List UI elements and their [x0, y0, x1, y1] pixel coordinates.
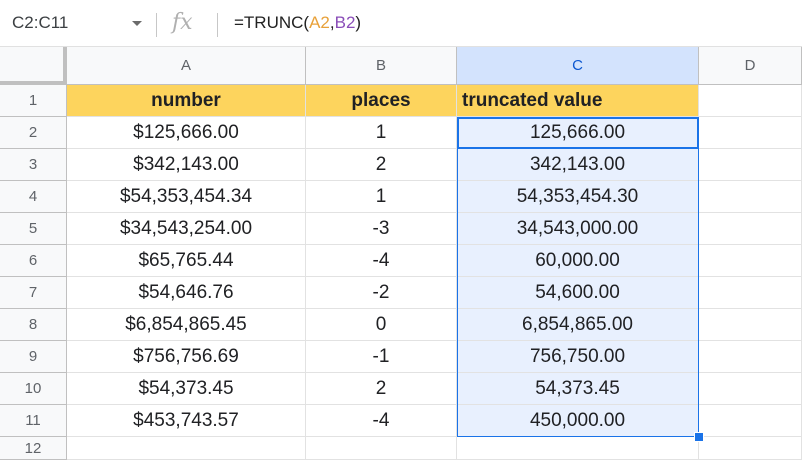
cell-truncated-value[interactable]: 450,000.00 [457, 405, 699, 437]
fx-icon: fx [172, 10, 193, 35]
header-cell-truncated-value[interactable]: truncated value [457, 85, 699, 117]
divider [217, 13, 218, 37]
cell-empty[interactable] [699, 373, 802, 405]
cell-empty[interactable] [457, 437, 699, 460]
cell-number[interactable]: $54,353,454.34 [67, 181, 306, 213]
cell-truncated-value[interactable]: 125,666.00 [457, 117, 699, 149]
formula-ref-b2: B2 [334, 13, 356, 32]
row-header-2[interactable]: 2 [0, 117, 67, 149]
row-header-3[interactable]: 3 [0, 149, 67, 181]
spreadsheet-grid: A B C D 1 2 3 4 5 6 7 8 9 10 11 12 number places truncated… [0, 47, 802, 460]
cell-empty[interactable] [699, 149, 802, 181]
cell-empty[interactable] [699, 181, 802, 213]
row-header-7[interactable]: 7 [0, 277, 67, 309]
formula-ref-a2: A2 [309, 13, 330, 32]
cell-truncated-value[interactable]: 756,750.00 [457, 341, 699, 373]
cell-places[interactable]: -2 [306, 277, 457, 309]
cell-empty[interactable] [699, 213, 802, 245]
select-all-corner[interactable] [0, 47, 67, 85]
cell-places[interactable]: 1 [306, 181, 457, 213]
cell-number[interactable]: $125,666.00 [67, 117, 306, 149]
cell-number[interactable]: $54,373.45 [67, 373, 306, 405]
cell-places[interactable]: 2 [306, 373, 457, 405]
name-box-value: C2:C11 [12, 13, 69, 32]
formula-input[interactable]: =TRUNC(A2,B2) [234, 10, 361, 36]
formula-bar: C2:C11 fx =TRUNC(A2,B2) [0, 0, 802, 47]
header-cell-number[interactable]: number [67, 85, 306, 117]
cell-empty[interactable] [699, 405, 802, 437]
column-header-c[interactable]: C [457, 47, 699, 85]
cell-empty[interactable] [699, 341, 802, 373]
row-header-10[interactable]: 10 [0, 373, 67, 405]
cell-places[interactable]: -4 [306, 245, 457, 277]
formula-suffix: ) [355, 13, 362, 32]
cell-places[interactable]: 0 [306, 309, 457, 341]
cell-places[interactable]: -4 [306, 405, 457, 437]
cell-places[interactable]: 2 [306, 149, 457, 181]
fill-handle-icon[interactable] [694, 432, 704, 442]
row-header-9[interactable]: 9 [0, 341, 67, 373]
cell-empty[interactable] [699, 277, 802, 309]
cell-truncated-value[interactable]: 342,143.00 [457, 149, 699, 181]
row-header-8[interactable]: 8 [0, 309, 67, 341]
column-header-a[interactable]: A [67, 47, 306, 85]
cell-truncated-value[interactable]: 54,373.45 [457, 373, 699, 405]
cell-number[interactable]: $342,143.00 [67, 149, 306, 181]
formula-prefix: =TRUNC( [234, 13, 310, 32]
cell-empty[interactable] [699, 245, 802, 277]
cell-places[interactable]: -3 [306, 213, 457, 245]
cell-empty[interactable] [699, 437, 802, 460]
column-header-d[interactable]: D [699, 47, 802, 85]
row-header-12[interactable]: 12 [0, 437, 67, 460]
column-header-b[interactable]: B [306, 47, 457, 85]
cell-truncated-value[interactable]: 34,543,000.00 [457, 213, 699, 245]
cell-truncated-value[interactable]: 60,000.00 [457, 245, 699, 277]
header-cell-places[interactable]: places [306, 85, 457, 117]
cell-d1[interactable] [699, 85, 802, 117]
cell-empty[interactable] [699, 117, 802, 149]
cell-places[interactable]: 1 [306, 117, 457, 149]
cell-number[interactable]: $65,765.44 [67, 245, 306, 277]
row-header-4[interactable]: 4 [0, 181, 67, 213]
name-box[interactable]: C2:C11 [10, 10, 150, 36]
row-header-6[interactable]: 6 [0, 245, 67, 277]
cell-number[interactable]: $6,854,865.45 [67, 309, 306, 341]
cell-places[interactable]: -1 [306, 341, 457, 373]
cell-number[interactable]: $453,743.57 [67, 405, 306, 437]
cell-empty[interactable] [306, 437, 457, 460]
cell-number[interactable]: $756,756.69 [67, 341, 306, 373]
cell-truncated-value[interactable]: 6,854,865.00 [457, 309, 699, 341]
cell-number[interactable]: $34,543,254.00 [67, 213, 306, 245]
row-header-11[interactable]: 11 [0, 405, 67, 437]
cell-number[interactable]: $54,646.76 [67, 277, 306, 309]
cell-truncated-value[interactable]: 54,353,454.30 [457, 181, 699, 213]
row-header-1[interactable]: 1 [0, 85, 67, 117]
chevron-down-icon[interactable] [132, 21, 142, 26]
cell-truncated-value[interactable]: 54,600.00 [457, 277, 699, 309]
cell-empty[interactable] [67, 437, 306, 460]
divider [156, 13, 157, 37]
cell-empty[interactable] [699, 309, 802, 341]
row-header-5[interactable]: 5 [0, 213, 67, 245]
